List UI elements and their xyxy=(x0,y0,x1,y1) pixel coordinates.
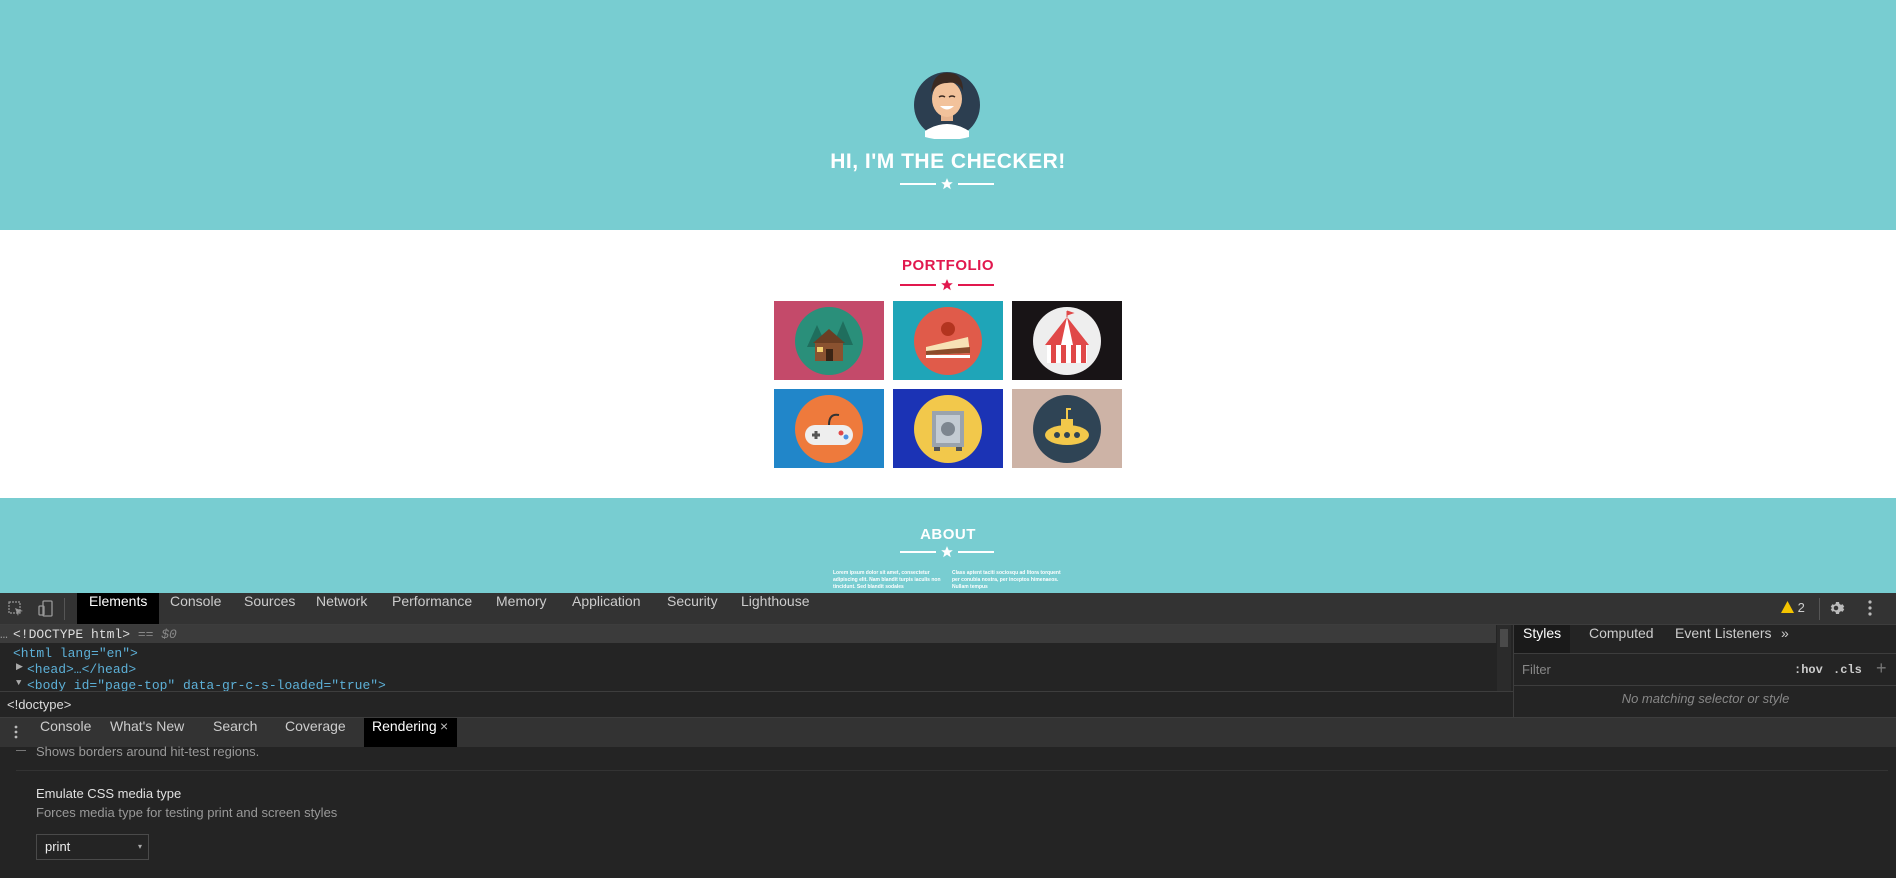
tab-console[interactable]: Console xyxy=(158,593,233,624)
emulate-media-title: Emulate CSS media type xyxy=(36,786,182,801)
cake-icon xyxy=(914,307,982,375)
circus-tent-icon xyxy=(1033,307,1101,375)
media-type-value: print xyxy=(45,839,71,854)
tab-elements[interactable]: Elements xyxy=(77,593,160,624)
elements-scrollbar[interactable] xyxy=(1497,625,1511,691)
portfolio-item-cake[interactable] xyxy=(893,301,1003,380)
about-text-left: Lorem ipsum dolor sit amet, consectetur … xyxy=(833,570,941,590)
star-divider xyxy=(900,177,994,191)
chevron-down-icon: ▾ xyxy=(137,842,142,851)
hit-test-description: Shows borders around hit-test regions. xyxy=(36,744,260,759)
star-icon xyxy=(941,279,953,291)
cabin-icon xyxy=(795,307,863,375)
cls-toggle[interactable]: .cls xyxy=(1833,660,1862,680)
portfolio-title: PORTFOLIO xyxy=(902,257,994,274)
drawer-tab-console[interactable]: Console xyxy=(32,718,99,747)
game-controller-icon xyxy=(795,395,863,463)
breadcrumb[interactable]: <!doctype> xyxy=(0,691,1513,717)
elements-tree: … <!DOCTYPE html> == $0 <html lang="en">… xyxy=(0,625,1513,691)
about-text-right: Class aptent taciti sociosqu ad litora t… xyxy=(952,570,1061,590)
doctype-node[interactable]: <!DOCTYPE html> == $0 xyxy=(13,627,177,642)
styles-pane: Styles Computed Event Listeners » Filter… xyxy=(1513,625,1896,717)
portfolio-item-submarine[interactable] xyxy=(1012,389,1122,468)
tab-computed[interactable]: Computed xyxy=(1580,625,1663,653)
add-rule-icon[interactable]: + xyxy=(1876,658,1887,679)
tab-lighthouse[interactable]: Lighthouse xyxy=(729,593,822,624)
tab-sources[interactable]: Sources xyxy=(232,593,307,624)
warning-count: 2 xyxy=(1797,600,1805,615)
star-icon xyxy=(941,178,953,190)
portfolio-item-circus[interactable] xyxy=(1012,301,1122,380)
warning-icon xyxy=(1781,601,1794,613)
drawer-tab-whats-new[interactable]: What's New xyxy=(102,718,192,747)
tab-event-listeners[interactable]: Event Listeners xyxy=(1666,625,1781,653)
more-tabs-icon[interactable]: » xyxy=(1772,625,1798,653)
tab-memory[interactable]: Memory xyxy=(484,593,559,624)
body-node[interactable]: <body id="page-top" data-gr-c-s-loaded="… xyxy=(27,678,386,691)
html-node[interactable]: <html lang="en"> xyxy=(13,646,138,661)
drawer-tab-search[interactable]: Search xyxy=(205,718,265,747)
gear-icon[interactable] xyxy=(1827,599,1845,617)
rendering-tab-label: Rendering xyxy=(372,718,437,734)
tab-application[interactable]: Application xyxy=(560,593,653,624)
safe-icon xyxy=(914,395,982,463)
no-match-message: No matching selector or style xyxy=(1621,691,1790,706)
page-viewport: HI, I'M THE CHECKER! PORTFOLIO ABOUT Lor… xyxy=(0,0,1896,593)
tab-security[interactable]: Security xyxy=(655,593,730,624)
inspect-element-icon[interactable] xyxy=(7,600,25,618)
rendering-panel: Shows borders around hit-test regions. E… xyxy=(0,744,1896,878)
portfolio-item-cabin[interactable] xyxy=(774,301,884,380)
star-divider xyxy=(900,545,994,559)
device-toolbar-icon[interactable] xyxy=(37,600,55,618)
drawer-tab-rendering[interactable]: Rendering × xyxy=(364,718,457,747)
head-node[interactable]: <head>…</head> xyxy=(27,662,136,677)
doctype-text: <!DOCTYPE html> xyxy=(13,627,131,642)
warnings-badge[interactable]: 2 xyxy=(1781,600,1805,618)
more-options-icon[interactable] xyxy=(1861,599,1879,617)
portfolio-item-safe[interactable] xyxy=(893,389,1003,468)
portfolio-item-game[interactable] xyxy=(774,389,884,468)
submarine-icon xyxy=(1033,395,1101,463)
styles-filter-input[interactable]: Filter xyxy=(1522,660,1772,680)
avatar xyxy=(914,72,980,139)
drawer-tab-coverage[interactable]: Coverage xyxy=(277,718,354,747)
hero-title: HI, I'M THE CHECKER! xyxy=(830,150,1066,173)
hov-toggle[interactable]: :hov xyxy=(1794,660,1823,680)
media-type-select[interactable]: print ▾ xyxy=(36,834,149,860)
selected-ref: == $0 xyxy=(130,627,177,642)
close-icon[interactable]: × xyxy=(440,718,448,734)
emulate-media-description: Forces media type for testing print and … xyxy=(36,805,338,820)
selected-node-highlight xyxy=(0,625,1496,643)
tab-network[interactable]: Network xyxy=(304,593,379,624)
star-divider xyxy=(900,278,994,292)
tab-styles[interactable]: Styles xyxy=(1514,625,1571,653)
hit-test-checkbox[interactable] xyxy=(16,747,26,751)
tab-performance[interactable]: Performance xyxy=(380,593,484,624)
about-title: ABOUT xyxy=(920,526,976,543)
drawer-menu-icon[interactable] xyxy=(8,724,24,740)
star-icon xyxy=(941,546,953,558)
